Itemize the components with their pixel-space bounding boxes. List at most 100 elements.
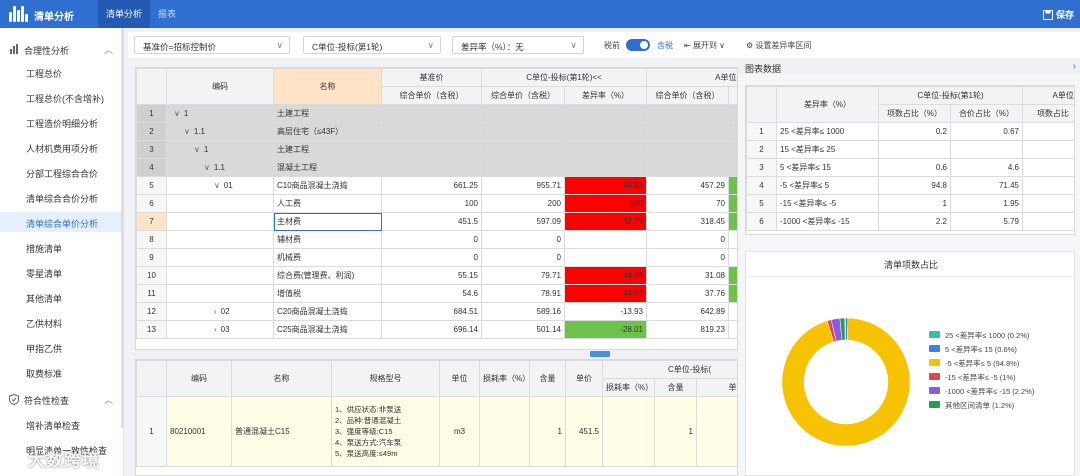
cell-c-rate[interactable]: 44.53 [564, 176, 647, 195]
cell-a-price[interactable]: 642.89 [646, 302, 729, 321]
cell-code[interactable]: ∨ 01 [166, 176, 274, 195]
sidebar-scrollbar[interactable] [121, 28, 124, 428]
header-unit[interactable]: 单位 [439, 360, 480, 397]
tree-toggle-icon[interactable]: ∨ [174, 109, 180, 118]
cell-code[interactable]: ∨ 1.1 [166, 158, 274, 177]
cell-count-pct[interactable]: 0.6 [878, 158, 951, 177]
tab-report[interactable]: 报表 [150, 0, 184, 28]
cell-a-price[interactable]: 31.08 [646, 266, 729, 285]
header-unit-a[interactable]: A单位- [1022, 86, 1074, 105]
sidebar-item-measures[interactable]: 措施清单 [0, 237, 124, 257]
cell-unit[interactable]: m3 [439, 396, 480, 467]
sidebar-item-division-total[interactable]: 分部工程综合合价 [0, 162, 124, 182]
table-row[interactable]: 1 25 <差异率≤ 1000 0.2 0.67 [746, 122, 1074, 141]
cell-base-price[interactable]: 0 [381, 230, 482, 249]
cell-c-price[interactable]: 597.09 [481, 212, 565, 231]
cell-count-pct[interactable] [878, 140, 951, 159]
cell-a-price[interactable] [646, 158, 729, 177]
save-button[interactable]: 保存 [1042, 8, 1074, 21]
cell-a-count-pct[interactable] [1022, 122, 1074, 141]
table-row[interactable]: 7 主材费 451.5 597.09 32.25 318.45 [136, 212, 737, 231]
table-row[interactable]: 5 -15 <差异率≤ -5 1 1.95 [746, 194, 1074, 213]
cell-name[interactable]: 土建工程 [273, 140, 382, 159]
cell-c-price[interactable]: 200 [481, 194, 565, 213]
header-code[interactable]: 编码 [166, 360, 232, 397]
unit-select[interactable]: C单位-投标(第1轮) ∨ [303, 36, 441, 54]
table-row[interactable]: 2 ∨ 1.1 高层住宅（≤43F） [136, 122, 737, 141]
table-row[interactable]: 10 综合费(管理费、利润) 55.15 79.71 44.53 31.08 [136, 266, 737, 285]
cell-a-count-pct[interactable] [1022, 212, 1074, 231]
cell-base-price[interactable]: 100 [381, 194, 482, 213]
cell-sum-pct[interactable]: 71.45 [950, 176, 1023, 195]
table-row[interactable]: 8 辅材费 0 0 0 [136, 230, 737, 249]
cell-c-price[interactable]: 955.71 [481, 176, 565, 195]
cell-range[interactable]: -5 <差异率≤ 5 [776, 176, 879, 195]
cell-a-rate[interactable] [727, 266, 737, 285]
cell-a-count-pct[interactable] [1022, 158, 1074, 177]
cell-name[interactable]: C20商品混凝土浇捣 [273, 302, 382, 321]
cell-c-rate[interactable] [564, 158, 647, 177]
cell-name[interactable]: 辅材费 [273, 230, 382, 249]
header-loss[interactable]: 损耗率（%） [479, 360, 530, 397]
cell-a-count-pct[interactable] [1022, 194, 1074, 213]
table-row[interactable]: 12 › 02 C20商品混凝土浇捣 684.51 589.16 -13.93 642.89 [136, 302, 737, 321]
header-unit-c[interactable]: C单位-投标( [602, 360, 737, 379]
cell-code[interactable]: ∨ 1.1 [166, 122, 274, 141]
cell-base-price[interactable] [381, 158, 482, 177]
cell-c-price[interactable]: 501.14 [481, 320, 565, 339]
cell-a-rate[interactable] [727, 104, 737, 123]
cell-c-price[interactable]: 79.71 [481, 266, 565, 285]
cell-sum-pct[interactable] [950, 140, 1023, 159]
cell-range[interactable]: -15 <差异率≤ -5 [776, 194, 879, 213]
header-diff-range[interactable]: 差异率（%） [776, 86, 879, 123]
cell-loss[interactable] [479, 396, 530, 467]
header-name[interactable]: 名称 [231, 360, 332, 397]
cell-a-rate[interactable] [727, 212, 737, 231]
tree-toggle-icon[interactable]: ∨ [194, 145, 200, 154]
cell-name[interactable]: 土建工程 [273, 104, 382, 123]
cell-base-price[interactable] [381, 140, 482, 159]
header-price[interactable]: 单价 [565, 360, 603, 397]
cell-count-pct[interactable]: 2.2 [878, 212, 951, 231]
cell-c-price[interactable]: 78.91 [481, 284, 565, 303]
table-row[interactable]: 4 ∨ 1.1 混凝土工程 [136, 158, 737, 177]
tax-toggle[interactable] [626, 39, 650, 51]
table-row[interactable]: 35 <差异率≤ 15 0.6 4.6 [746, 158, 1074, 177]
cell-spec[interactable]: 1、供应状态:非泵送 2、品种:普通混凝土 3、强度等级:C15 4、泵送方式:… [331, 396, 440, 467]
cell-c-rate[interactable]: 44.52 [564, 284, 647, 303]
table-row[interactable]: 1 ∨ 1 土建工程 [136, 104, 737, 123]
header-qty[interactable]: 含量 [529, 360, 566, 397]
cell-range[interactable]: 15 <差异率≤ 25 [776, 140, 879, 159]
table-row[interactable]: 2 15 <差异率≤ 25 [746, 140, 1074, 159]
header-spec[interactable]: 规格型号 [331, 360, 440, 397]
cell-base-price[interactable]: 684.51 [381, 302, 482, 321]
tree-toggle-icon[interactable]: › [214, 307, 217, 316]
sidebar-group-rationality[interactable]: 合理性分析 ︿ [0, 38, 124, 58]
sidebar-item-cost-detail[interactable]: 工程造价明细分析 [0, 112, 124, 132]
cell-a-price[interactable]: 0 [646, 230, 729, 249]
sidebar-item-party-a-designated[interactable]: 甲指乙供 [0, 337, 124, 357]
cell-base-price[interactable]: 55.15 [381, 266, 482, 285]
cell-c-price[interactable] [481, 158, 565, 177]
cell-code[interactable] [166, 194, 274, 213]
sidebar-item-list-total[interactable]: 清单综合合价分析 [0, 187, 124, 207]
sidebar-item-labor-material[interactable]: 人材机费用项分析 [0, 137, 124, 157]
cell-code[interactable] [166, 230, 274, 249]
sidebar-item-total-cost[interactable]: 工程总价 [0, 62, 124, 82]
cell-qty[interactable]: 1 [529, 396, 566, 467]
cell-name[interactable]: 普通混凝土C15 [231, 396, 332, 467]
cell-name[interactable]: C10商品混凝土浇捣 [273, 176, 382, 195]
cell-c-qty[interactable]: 1 [654, 396, 697, 467]
cell-a-rate[interactable] [727, 194, 737, 213]
cell-code[interactable] [166, 266, 274, 285]
cell-c-rate[interactable] [564, 248, 647, 267]
cell-name[interactable]: 人工费 [273, 194, 382, 213]
sidebar-item-supplement-check[interactable]: 增补清单检查 [0, 414, 124, 434]
cell-a-price[interactable] [646, 104, 729, 123]
cell-range[interactable]: -1000 <差异率≤ -15 [776, 212, 879, 231]
cell-name[interactable]: 综合费(管理费、利润) [273, 266, 382, 285]
cell-a-price[interactable] [646, 140, 729, 159]
chevron-right-icon[interactable]: › [1073, 61, 1076, 72]
pane-splitter[interactable] [135, 350, 738, 359]
cell-a-rate[interactable] [727, 284, 737, 303]
